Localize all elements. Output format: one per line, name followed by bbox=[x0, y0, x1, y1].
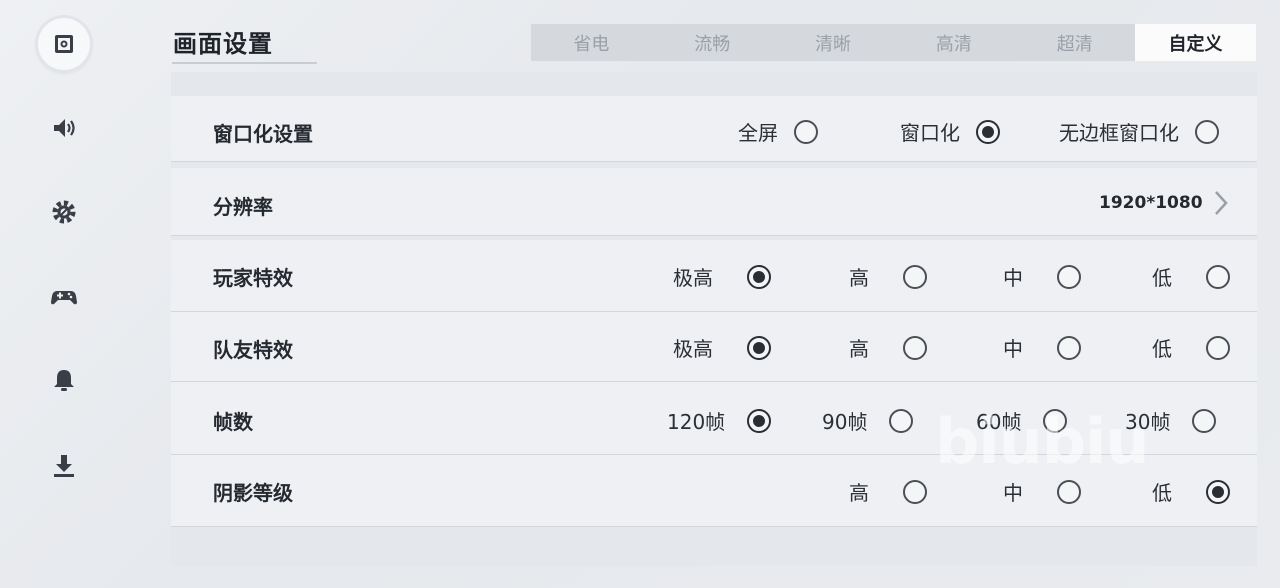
frame-rate-option-30[interactable]: 30帧 bbox=[1125, 406, 1217, 435]
player-effects-row: 玩家特效 极高 高 中 低 bbox=[171, 240, 1257, 312]
sidebar-item-notifications[interactable] bbox=[38, 354, 90, 406]
option-label: 90帧 bbox=[822, 410, 868, 434]
teammate-effects-option-ultra[interactable]: 极高 bbox=[673, 333, 771, 362]
sidebar-item-download[interactable] bbox=[38, 440, 90, 492]
option-label: 低 bbox=[1152, 337, 1172, 361]
tab-ultra-hd[interactable]: 超清 bbox=[1014, 24, 1135, 61]
sidebar-item-display[interactable] bbox=[38, 18, 90, 70]
gear-icon bbox=[52, 200, 76, 224]
option-label: 120帧 bbox=[667, 410, 726, 434]
option-label: 低 bbox=[1152, 481, 1172, 505]
radio-button[interactable] bbox=[1192, 408, 1217, 433]
radio-button[interactable] bbox=[1195, 119, 1219, 144]
page-title: 画面设置 bbox=[173, 30, 273, 58]
window-mode-option-borderless[interactable]: 无边框窗口化 bbox=[1059, 117, 1219, 146]
resolution-row[interactable]: 分辨率 1920*1080 bbox=[171, 168, 1257, 236]
radio-button[interactable] bbox=[1206, 264, 1230, 289]
radio-button[interactable] bbox=[903, 264, 927, 289]
teammate-effects-row: 队友特效 极高 高 中 低 bbox=[171, 312, 1257, 382]
option-label: 高 bbox=[849, 266, 869, 290]
player-effects-label: 玩家特效 bbox=[213, 266, 293, 290]
tab-smooth[interactable]: 流畅 bbox=[652, 24, 773, 61]
title-underline bbox=[172, 62, 317, 64]
download-icon bbox=[54, 455, 74, 477]
sidebar-item-general[interactable] bbox=[38, 186, 90, 238]
radio-button[interactable] bbox=[1057, 264, 1081, 289]
shadow-level-option-medium[interactable]: 中 bbox=[1003, 477, 1081, 506]
settings-panel: 窗口化设置 全屏 窗口化 无边框窗口化 分辨率 1920*1080 玩家特效 极… bbox=[171, 72, 1257, 566]
sidebar-item-controls[interactable] bbox=[38, 270, 90, 322]
radio-button-selected[interactable] bbox=[976, 119, 1000, 144]
radio-button[interactable] bbox=[903, 335, 927, 360]
option-label: 低 bbox=[1152, 266, 1172, 290]
option-label: 极高 bbox=[673, 337, 713, 361]
speaker-icon bbox=[54, 119, 75, 137]
tab-hd[interactable]: 高清 bbox=[893, 24, 1014, 61]
radio-button-selected[interactable] bbox=[1206, 479, 1230, 504]
bell-icon bbox=[54, 370, 74, 391]
option-label: 高 bbox=[849, 481, 869, 505]
radio-button[interactable] bbox=[1206, 335, 1230, 360]
option-label: 窗口化 bbox=[900, 121, 960, 145]
frame-rate-label: 帧数 bbox=[213, 410, 253, 434]
tab-clear[interactable]: 清晰 bbox=[773, 24, 894, 61]
radio-button-selected[interactable] bbox=[747, 335, 771, 360]
player-effects-option-high[interactable]: 高 bbox=[849, 262, 927, 291]
tab-custom[interactable]: 自定义 bbox=[1135, 24, 1256, 61]
radio-button[interactable] bbox=[889, 408, 914, 433]
option-label: 无边框窗口化 bbox=[1059, 121, 1179, 145]
option-label: 30帧 bbox=[1125, 410, 1171, 434]
frame-rate-option-90[interactable]: 90帧 bbox=[822, 406, 914, 435]
teammate-effects-option-low[interactable]: 低 bbox=[1152, 333, 1230, 362]
option-label: 全屏 bbox=[738, 121, 778, 145]
teammate-effects-option-high[interactable]: 高 bbox=[849, 333, 927, 362]
radio-button[interactable] bbox=[903, 479, 927, 504]
sidebar bbox=[0, 0, 130, 588]
option-label: 极高 bbox=[673, 266, 713, 290]
option-label: 中 bbox=[1003, 481, 1023, 505]
shadow-level-label: 阴影等级 bbox=[213, 481, 293, 505]
radio-button-selected[interactable] bbox=[747, 408, 772, 433]
shadow-level-option-low[interactable]: 低 bbox=[1152, 477, 1230, 506]
player-effects-option-low[interactable]: 低 bbox=[1152, 262, 1230, 291]
option-label: 60帧 bbox=[976, 410, 1022, 434]
tab-power-saving[interactable]: 省电 bbox=[531, 24, 652, 61]
player-effects-option-ultra[interactable]: 极高 bbox=[673, 262, 771, 291]
window-mode-label: 窗口化设置 bbox=[213, 122, 313, 146]
sidebar-item-audio[interactable] bbox=[38, 102, 90, 154]
teammate-effects-option-medium[interactable]: 中 bbox=[1003, 333, 1081, 362]
radio-button-selected[interactable] bbox=[747, 264, 771, 289]
chevron-right-icon[interactable] bbox=[1211, 188, 1231, 218]
radio-button[interactable] bbox=[794, 119, 818, 144]
window-mode-row: 窗口化设置 全屏 窗口化 无边框窗口化 bbox=[171, 96, 1257, 162]
frame-rate-row: 帧数 120帧 90帧 60帧 30帧 bbox=[171, 382, 1257, 455]
radio-button[interactable] bbox=[1057, 335, 1081, 360]
shadow-level-row: 阴影等级 高 中 低 bbox=[171, 455, 1257, 527]
player-effects-option-medium[interactable]: 中 bbox=[1003, 262, 1081, 291]
option-label: 高 bbox=[849, 337, 869, 361]
shadow-level-option-high[interactable]: 高 bbox=[849, 477, 927, 506]
preset-tabs: 省电 流畅 清晰 高清 超清 自定义 bbox=[531, 24, 1256, 61]
gamepad-icon bbox=[51, 291, 77, 305]
frame-rate-option-120[interactable]: 120帧 bbox=[667, 406, 772, 435]
option-label: 中 bbox=[1003, 337, 1023, 361]
radio-button[interactable] bbox=[1043, 408, 1068, 433]
display-settings-icon bbox=[55, 35, 73, 53]
frame-rate-option-60[interactable]: 60帧 bbox=[976, 406, 1068, 435]
window-mode-option-windowed[interactable]: 窗口化 bbox=[900, 117, 1000, 146]
resolution-value: 1920*1080 bbox=[1099, 193, 1203, 213]
teammate-effects-label: 队友特效 bbox=[213, 338, 293, 362]
radio-button[interactable] bbox=[1057, 479, 1081, 504]
window-mode-option-fullscreen[interactable]: 全屏 bbox=[738, 117, 818, 146]
option-label: 中 bbox=[1003, 266, 1023, 290]
resolution-label: 分辨率 bbox=[213, 195, 273, 219]
